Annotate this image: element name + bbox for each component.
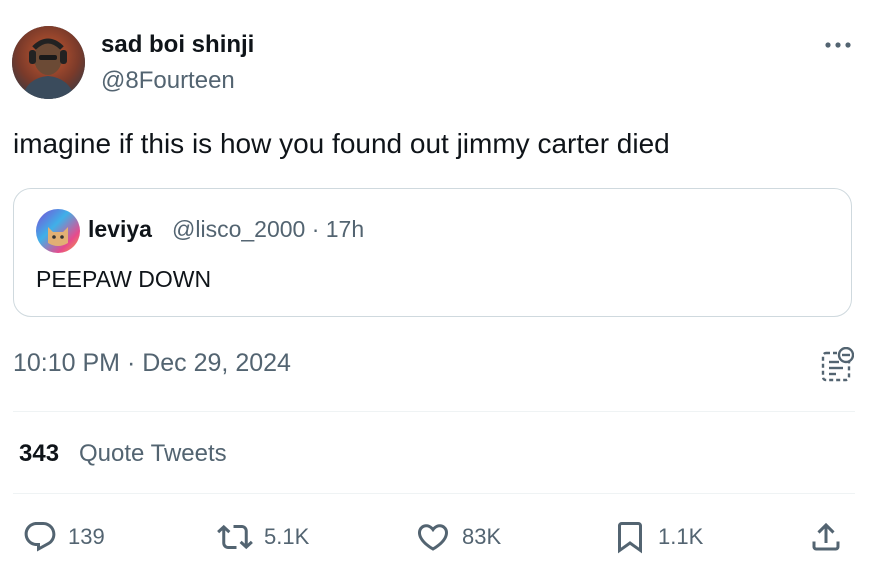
like-button[interactable]: 83K — [414, 517, 501, 557]
tweet-timestamp[interactable]: 10:10 PM · Dec 29, 2024 — [13, 347, 291, 379]
retweet-button[interactable]: 5.1K — [216, 517, 309, 557]
bookmark-count: 1.1K — [658, 524, 704, 549]
quote-tweets-label[interactable]: Quote Tweets — [79, 439, 227, 469]
quoted-tweet-card[interactable]: leviya @lisco_2000 · 17h PEEPAW DOWN — [13, 188, 852, 317]
quoted-author-name[interactable]: leviya — [88, 215, 152, 243]
reply-count: 139 — [68, 524, 105, 549]
more-horizontal-icon — [825, 42, 851, 48]
author-handle[interactable]: @8Fourteen — [101, 66, 235, 96]
reply-button[interactable]: 139 — [22, 517, 105, 557]
bookmark-button[interactable]: 1.1K — [612, 517, 703, 557]
community-notes-button[interactable] — [820, 346, 855, 383]
heart-icon — [417, 524, 449, 551]
quote-tweets-count[interactable]: 343 — [19, 439, 59, 469]
share-button[interactable] — [808, 517, 844, 557]
more-options-button[interactable] — [820, 30, 856, 60]
quoted-author-avatar[interactable] — [36, 209, 80, 253]
share-upload-icon — [812, 522, 840, 551]
community-notes-icon — [821, 346, 855, 382]
retweet-arrows-icon — [217, 524, 253, 550]
quoted-tweet-text: PEEPAW DOWN — [36, 266, 212, 292]
quoted-author-handle-time: @lisco_2000 · 17h — [172, 216, 365, 242]
author-avatar[interactable] — [12, 26, 85, 99]
retweet-count: 5.1K — [264, 524, 310, 549]
reply-bubble-icon — [24, 522, 56, 552]
divider-bottom — [13, 493, 855, 494]
bookmark-icon — [618, 522, 642, 554]
divider-top — [13, 411, 855, 412]
tweet-text: imagine if this is how you found out jim… — [13, 128, 670, 159]
like-count: 83K — [462, 524, 502, 549]
author-display-name[interactable]: sad boi shinji — [101, 30, 254, 60]
